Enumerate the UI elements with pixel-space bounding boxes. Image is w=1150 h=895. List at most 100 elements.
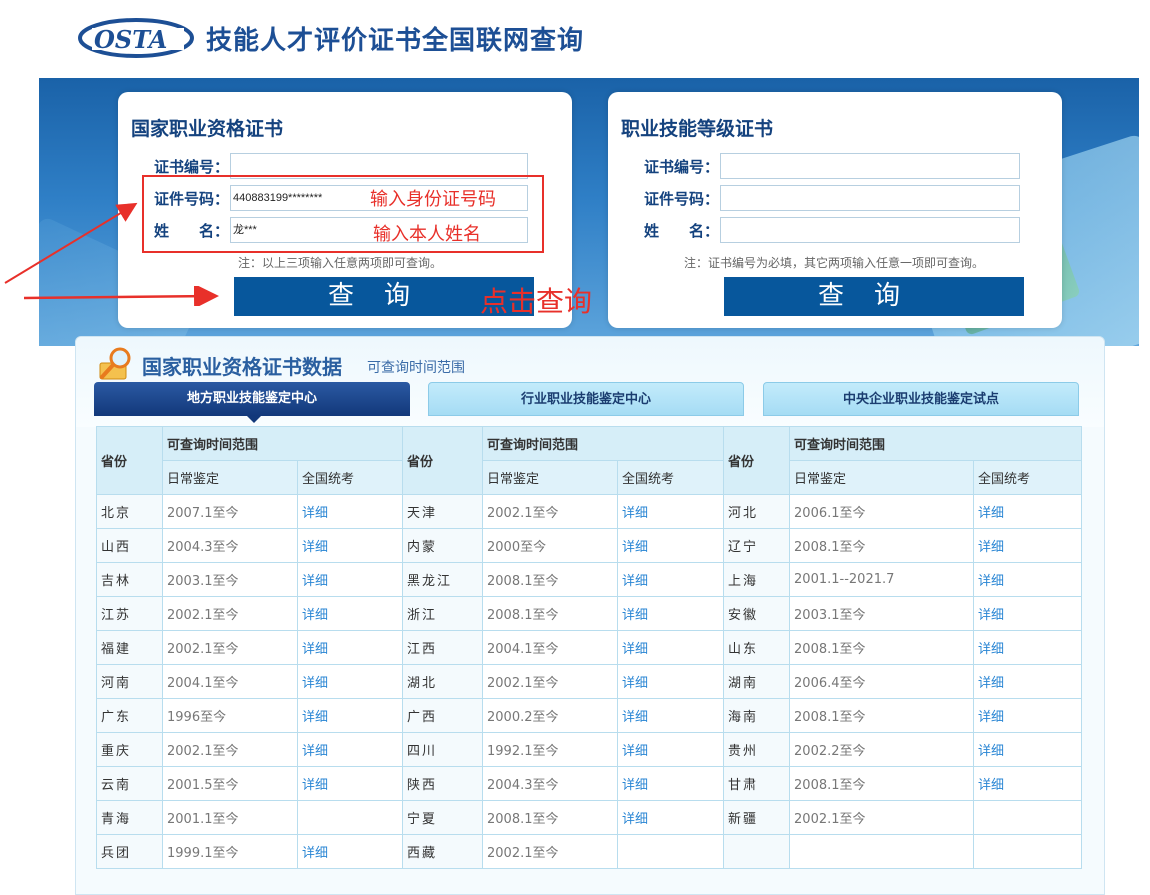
date-range-cell: 2000至今 (482, 528, 619, 563)
province-cell: 黑龙江 (402, 562, 484, 597)
id-number-label: 证件号码： (644, 189, 720, 208)
detail-link[interactable]: 详细 (617, 732, 725, 767)
osta-logo: OSTA (78, 18, 194, 58)
date-range-cell (789, 834, 975, 869)
province-header: 省份 (723, 426, 791, 495)
province-cell: 青海 (96, 800, 163, 835)
form-title: 国家职业资格证书 (131, 118, 284, 140)
detail-link[interactable]: 详细 (296, 562, 404, 597)
detail-link[interactable]: 详细 (296, 664, 404, 699)
detail-link[interactable]: 详细 (973, 698, 1083, 733)
detail-link[interactable]: 详细 (973, 596, 1083, 631)
date-range-cell: 2004.1至今 (162, 664, 298, 699)
table-row: 重庆 2002.1至今 详细 四川 1992.1至今 详细 贵州 2002.2至今 详细 (96, 732, 1083, 767)
site-header: OSTA 技能人才评价证书全国联网查询 (0, 0, 1150, 78)
detail-link[interactable]: 详细 (617, 766, 725, 801)
province-cell: 湖北 (402, 664, 484, 699)
detail-link[interactable]: 详细 (296, 494, 404, 529)
province-cell: 江苏 (96, 596, 163, 631)
detail-link[interactable]: 详细 (973, 732, 1083, 767)
detail-link (973, 834, 1083, 869)
detail-link (296, 800, 404, 835)
detail-link[interactable]: 详细 (296, 834, 404, 869)
form-note: 注：以上三项输入任意两项即可查询。 (238, 256, 443, 270)
certificate-number-input[interactable] (720, 153, 1020, 179)
date-range-cell: 2001.5至今 (162, 766, 298, 801)
province-cell: 海南 (723, 698, 791, 733)
name-hint-annotation: 输入本人姓名 (373, 224, 481, 245)
table-row: 山西 2004.3至今 详细 内蒙 2000至今 详细 辽宁 2008.1至今 详细 (96, 528, 1083, 563)
date-range-cell: 2008.1至今 (482, 800, 619, 835)
page-title: 技能人才评价证书全国联网查询 (206, 26, 585, 56)
detail-link[interactable]: 详细 (296, 766, 404, 801)
range-header: 可查询时间范围 (161, 426, 404, 461)
province-cell (723, 834, 791, 869)
detail-link[interactable]: 详细 (973, 630, 1083, 665)
table-row: 吉林 2003.1至今 详细 黑龙江 2008.1至今 详细 上海 2001.1--2021.… (96, 562, 1083, 597)
arrow-to-query-button (23, 286, 219, 306)
tab-local-centers[interactable]: 地方职业技能鉴定中心 (94, 382, 410, 416)
id-hint-annotation: 输入身份证号码 (370, 189, 496, 210)
table-row: 福建 2002.1至今 详细 江西 2004.1至今 详细 山东 2008.1至今 详细 (96, 630, 1083, 665)
table-row: 北京 2007.1至今 详细 天津 2002.1至今 详细 河北 2006.1至今 详细 (96, 494, 1083, 529)
id-number-row: 证件号码： (644, 184, 1020, 212)
national-header: 全国统考 (617, 460, 725, 495)
date-range-cell: 2008.1至今 (482, 562, 619, 597)
province-header: 省份 (96, 426, 163, 495)
detail-link[interactable]: 详细 (617, 630, 725, 665)
province-cell: 安徽 (723, 596, 791, 631)
detail-link[interactable]: 详细 (617, 596, 725, 631)
name-input[interactable] (720, 217, 1020, 243)
table-row: 兵团 1999.1至今 详细 西藏 2002.1至今 (96, 834, 1083, 869)
detail-link[interactable]: 详细 (617, 664, 725, 699)
detail-link[interactable]: 详细 (617, 698, 725, 733)
name-label: 姓 名： (644, 221, 720, 240)
click-hint-annotation: 点击查询 (480, 285, 593, 318)
detail-link[interactable]: 详细 (617, 562, 725, 597)
detail-link[interactable]: 详细 (973, 562, 1083, 597)
detail-link[interactable]: 详细 (296, 630, 404, 665)
detail-link[interactable]: 详细 (296, 528, 404, 563)
id-number-input[interactable] (720, 185, 1020, 211)
detail-link[interactable]: 详细 (296, 698, 404, 733)
date-range-cell: 2008.1至今 (482, 596, 619, 631)
province-cell: 新疆 (723, 800, 791, 835)
detail-link[interactable]: 详细 (296, 732, 404, 767)
detail-link[interactable]: 详细 (617, 800, 725, 835)
detail-link[interactable]: 详细 (296, 596, 404, 631)
certificate-number-label: 证书编号： (644, 157, 720, 176)
panel-subtitle: 可查询时间范围 (367, 360, 465, 376)
daily-header: 日常鉴定 (482, 460, 619, 495)
date-range-cell: 2008.1至今 (789, 528, 975, 563)
province-cell: 河南 (96, 664, 163, 699)
detail-link (617, 834, 725, 869)
svg-text:OSTA: OSTA (94, 25, 167, 54)
province-cell: 甘肃 (723, 766, 791, 801)
date-range-cell: 2003.1至今 (789, 596, 975, 631)
daily-header: 日常鉴定 (162, 460, 298, 495)
date-range-cell: 2004.3至今 (482, 766, 619, 801)
date-range-cell: 2006.4至今 (789, 664, 975, 699)
detail-link[interactable]: 详细 (617, 494, 725, 529)
province-range-table: 省份 可查询时间范围 省份 可查询时间范围 省份 可查询时间范围 日常鉴定 全国… (96, 426, 1083, 869)
detail-link[interactable]: 详细 (973, 494, 1083, 529)
tab-central-enterprises[interactable]: 中央企业职业技能鉴定试点 (763, 382, 1079, 416)
date-range-cell: 2002.1至今 (482, 494, 619, 529)
form-title: 职业技能等级证书 (621, 118, 774, 140)
date-range-cell: 2004.1至今 (482, 630, 619, 665)
province-cell: 湖南 (723, 664, 791, 699)
query-button[interactable]: 查询 (724, 277, 1024, 316)
province-cell: 陕西 (402, 766, 484, 801)
table-row: 广东 1996至今 详细 广西 2000.2至今 详细 海南 2008.1至今 详细 (96, 698, 1083, 733)
province-cell: 宁夏 (402, 800, 484, 835)
province-cell: 山西 (96, 528, 163, 563)
date-range-cell: 2002.1至今 (482, 834, 619, 869)
tab-industry-centers[interactable]: 行业职业技能鉴定中心 (428, 382, 744, 416)
range-header: 可查询时间范围 (482, 426, 725, 461)
detail-link[interactable]: 详细 (617, 528, 725, 563)
detail-link[interactable]: 详细 (973, 528, 1083, 563)
skill-level-certificate-form: 职业技能等级证书 证书编号： 证件号码： 姓 名： 注：证书编号为必填，其它两项… (608, 92, 1062, 328)
detail-link[interactable]: 详细 (973, 766, 1083, 801)
detail-link[interactable]: 详细 (973, 664, 1083, 699)
province-cell: 辽宁 (723, 528, 791, 563)
